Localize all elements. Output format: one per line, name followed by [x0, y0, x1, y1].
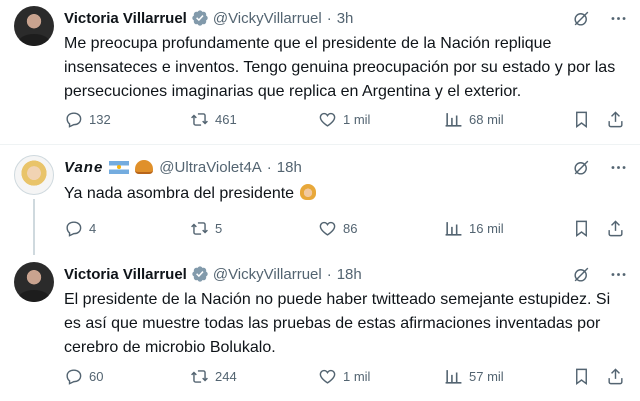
like-count: 1 mil: [343, 111, 371, 127]
repost-button[interactable]: 244: [190, 367, 237, 386]
reply-count: 60: [89, 368, 104, 384]
action-bar: 4 5 86 16 mil: [64, 218, 626, 238]
views-count: 16 mil: [469, 220, 504, 236]
share-icon: [608, 367, 623, 384]
views-count: 57 mil: [469, 368, 504, 384]
avatar[interactable]: [14, 262, 54, 302]
bookmark-button[interactable]: [572, 110, 591, 129]
bookmark-button[interactable]: [572, 367, 591, 386]
grok-icon[interactable]: [572, 9, 591, 28]
action-bar: 60 244 1 mil 57 mil: [64, 366, 626, 386]
author-name[interactable]: Vane: [64, 159, 103, 176]
tweet-top-actions: [572, 9, 628, 28]
views-count: 68 mil: [469, 111, 504, 127]
timestamp[interactable]: 3h: [337, 10, 354, 27]
tweet-text: El presidente de la Nación no puede habe…: [64, 291, 611, 356]
views-button[interactable]: 57 mil: [444, 367, 504, 386]
share-icon: [608, 110, 623, 127]
reply-button[interactable]: 132: [64, 110, 111, 129]
author-handle[interactable]: @VickyVillarruel: [213, 10, 322, 27]
views-icon: [445, 221, 462, 236]
like-button[interactable]: 1 mil: [318, 110, 370, 129]
share-button[interactable]: [606, 367, 625, 386]
views-button[interactable]: 16 mil: [444, 219, 504, 238]
author-handle[interactable]: @VickyVillarruel: [213, 266, 322, 283]
repost-icon: [191, 112, 208, 126]
repost-icon: [191, 221, 208, 235]
reply-count: 4: [89, 220, 97, 236]
like-count: 1 mil: [343, 368, 371, 384]
tweet-header: Victoria Villarruel @VickyVillarruel · 3…: [64, 8, 353, 28]
views-button[interactable]: 68 mil: [444, 110, 504, 129]
like-icon: [319, 112, 336, 127]
repost-button[interactable]: 5: [190, 219, 222, 238]
tweet-header: Victoria Villarruel @VickyVillarruel · 1…: [64, 264, 362, 284]
like-count: 86: [343, 220, 358, 236]
share-button[interactable]: [606, 110, 625, 129]
woman-emoji: [300, 184, 317, 200]
separator: ·: [326, 265, 332, 283]
tweet-text-container: Ya nada asombra del presidente: [64, 182, 624, 206]
timestamp[interactable]: 18h: [277, 159, 302, 176]
reply-icon: [66, 220, 82, 237]
author-name[interactable]: Victoria Villarruel: [64, 10, 187, 27]
separator: ·: [326, 9, 332, 27]
like-icon: [319, 369, 336, 384]
like-button[interactable]: 1 mil: [318, 367, 370, 386]
tweet-text: Ya nada asombra del presidente: [64, 185, 295, 202]
more-icon[interactable]: [609, 158, 628, 177]
share-icon: [608, 219, 623, 236]
like-icon: [319, 221, 336, 236]
reply-count: 132: [89, 111, 111, 127]
verified-badge-icon: [192, 266, 208, 282]
tweet[interactable]: Victoria Villarruel @VickyVillarruel · 3…: [0, 0, 640, 140]
author-handle[interactable]: @UltraViolet4A: [159, 159, 262, 176]
action-bar: 132 461 1 mil 68 mil: [64, 109, 626, 129]
author-name[interactable]: Victoria Villarruel: [64, 266, 187, 283]
bookmark-icon: [576, 111, 587, 128]
separator: ·: [266, 158, 272, 176]
reply-button[interactable]: 60: [64, 367, 103, 386]
repost-count: 244: [215, 368, 237, 384]
avatar[interactable]: [14, 6, 54, 46]
more-icon[interactable]: [609, 265, 628, 284]
repost-button[interactable]: 461: [190, 110, 237, 129]
tweet[interactable]: Vane @UltraViolet4A · 18h Ya nada asombr…: [0, 145, 640, 255]
like-button[interactable]: 86: [318, 219, 357, 238]
repost-count: 461: [215, 111, 237, 127]
views-icon: [445, 369, 462, 384]
grok-icon[interactable]: [572, 158, 591, 177]
verified-badge-icon: [192, 10, 208, 26]
grok-icon[interactable]: [572, 265, 591, 284]
reply-button[interactable]: 4: [64, 219, 96, 238]
timestamp[interactable]: 18h: [337, 266, 362, 283]
bookmark-icon: [576, 368, 587, 385]
tweet-text: Me preocupa profundamente que el preside…: [64, 35, 616, 100]
repost-count: 5: [215, 220, 223, 236]
bookmark-icon: [576, 220, 587, 237]
share-button[interactable]: [606, 219, 625, 238]
avatar[interactable]: [14, 155, 54, 195]
thread-line: [33, 199, 35, 255]
croissant-emoji: [135, 160, 154, 174]
repost-icon: [191, 369, 208, 383]
reply-icon: [66, 111, 82, 128]
tweet-top-actions: [572, 265, 628, 284]
tweet-top-actions: [572, 158, 628, 177]
tweet[interactable]: Victoria Villarruel @VickyVillarruel · 1…: [0, 253, 640, 401]
tweet-header: Vane @UltraViolet4A · 18h: [64, 157, 302, 177]
more-icon[interactable]: [609, 9, 628, 28]
bookmark-button[interactable]: [572, 219, 591, 238]
argentina-flag-emoji: [109, 160, 130, 174]
views-icon: [445, 112, 462, 127]
reply-icon: [66, 368, 82, 385]
